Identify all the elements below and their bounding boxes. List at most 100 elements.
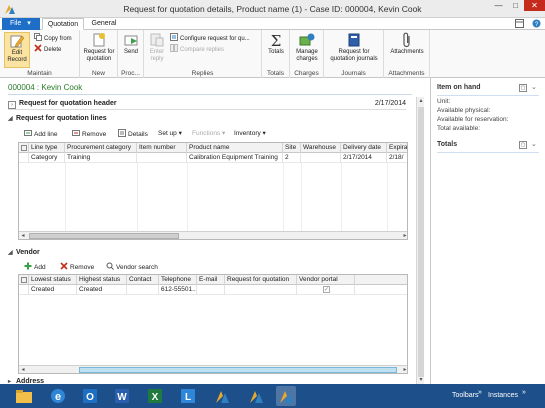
scroll-right-icon[interactable]: ▸ <box>401 232 407 239</box>
col-line-type[interactable]: Line type <box>29 143 65 153</box>
instances-label[interactable]: Instances <box>488 392 518 399</box>
taskbar-internet-explorer[interactable]: e <box>48 386 68 406</box>
attachments-button[interactable]: Attachments <box>386 32 428 56</box>
minimize-button[interactable]: — <box>490 0 507 11</box>
col-vendor-portal[interactable]: Vendor portal <box>297 275 355 285</box>
maximize-button[interactable]: □ <box>507 0 524 11</box>
main-vertical-scrollbar[interactable]: ▴ ▾ <box>416 97 424 384</box>
col-contact[interactable]: Contact <box>127 275 159 285</box>
cell-procurement-category[interactable]: Training <box>65 153 137 163</box>
vendor-scroll-thumb[interactable] <box>79 367 397 373</box>
copy-from-button[interactable]: Copy from <box>34 33 72 42</box>
col-item-number[interactable]: Item number <box>137 143 187 153</box>
cell-line-type[interactable]: Category <box>29 153 65 163</box>
cell-request-for-quotation[interactable] <box>225 285 297 295</box>
cell-lowest-status[interactable]: Created <box>29 285 77 295</box>
tab-general[interactable]: General <box>86 18 122 30</box>
taskbar-dynamics-ax-2[interactable] <box>246 386 266 406</box>
vendor-search-button[interactable]: Vendor search <box>106 262 158 271</box>
scroll-right-icon[interactable]: ▸ <box>401 366 407 373</box>
manage-charges-button[interactable]: Manage charges <box>292 32 322 63</box>
col-email[interactable]: E-mail <box>197 275 225 285</box>
new-rfq-button[interactable]: Request for quotation <box>82 32 116 63</box>
cell-site[interactable]: 2 <box>283 153 301 163</box>
cell-product-name[interactable]: Calibration Equipment Training <box>187 153 283 163</box>
toolbars-chevron-icon[interactable]: » <box>478 389 482 396</box>
scroll-down-icon[interactable]: ▾ <box>417 376 425 384</box>
col-highest-status[interactable]: Highest status <box>77 275 127 285</box>
line-details-button[interactable]: Details <box>118 129 148 138</box>
delete-button[interactable]: Delete <box>34 44 61 53</box>
totals-button[interactable]: Σ Totals <box>264 32 288 56</box>
col-telephone[interactable]: Telephone <box>159 275 197 285</box>
scroll-up-icon[interactable]: ▴ <box>417 97 425 105</box>
compare-replies-button[interactable]: Compare replies <box>170 44 224 53</box>
scroll-left-icon[interactable]: ◂ <box>19 232 27 239</box>
cell-item-number[interactable] <box>137 153 187 163</box>
select-all-checkbox[interactable] <box>21 277 27 283</box>
vendor-section[interactable]: ◢ Vendor <box>8 249 40 259</box>
col-expiration[interactable]: Expira <box>387 143 407 153</box>
factbox-maximize-icon[interactable]: ▢ <box>519 84 527 92</box>
scroll-left-icon[interactable]: ◂ <box>19 366 27 373</box>
taskbar-word[interactable]: W <box>112 386 132 406</box>
table-row[interactable]: Category Training Calibration Equipment … <box>19 153 407 163</box>
col-delivery-date[interactable]: Delivery date <box>341 143 387 153</box>
lines-scroll-thumb[interactable] <box>29 233 179 239</box>
add-vendor-button[interactable]: Add <box>24 262 46 271</box>
inventory-menu[interactable]: Inventory ▾ <box>234 129 266 137</box>
col-warehouse[interactable]: Warehouse <box>301 143 341 153</box>
file-tab[interactable]: File ▾ <box>2 18 40 30</box>
taskbar-outlook[interactable]: O <box>80 386 100 406</box>
instances-chevron-icon[interactable]: » <box>522 389 526 396</box>
col-site[interactable]: Site <box>283 143 301 153</box>
close-button[interactable]: ✕ <box>524 0 545 11</box>
col-product-name[interactable]: Product name <box>187 143 283 153</box>
taskbar-file-explorer[interactable] <box>14 386 34 406</box>
table-row[interactable]: Created Created 612-55501... ✓ <box>19 285 407 295</box>
configure-rfq-button[interactable]: Configure request for qu... <box>170 33 250 42</box>
chevron-down-icon[interactable]: ⌄ <box>531 83 537 91</box>
functions-menu[interactable]: Functions ▾ <box>192 129 225 137</box>
enter-reply-button[interactable]: Enter reply <box>146 32 168 63</box>
row-select[interactable] <box>19 153 29 163</box>
cell-contact[interactable] <box>127 285 159 295</box>
row-select[interactable] <box>19 285 29 295</box>
remove-line-button[interactable]: Remove <box>72 129 106 138</box>
select-all-checkbox[interactable] <box>21 145 27 151</box>
add-line-button[interactable]: Add line <box>24 129 58 138</box>
main-scroll-thumb[interactable] <box>418 107 424 377</box>
remove-vendor-button[interactable]: Remove <box>60 262 94 271</box>
vendor-horizontal-scrollbar[interactable]: ◂ ▸ <box>19 365 407 373</box>
cell-email[interactable] <box>197 285 225 295</box>
toolbars-label[interactable]: Toolbars <box>452 392 478 399</box>
col-procurement-category[interactable]: Procurement category <box>65 143 137 153</box>
cell-telephone[interactable]: 612-55501... <box>159 285 197 295</box>
edit-record-button[interactable]: Edit Record <box>4 32 30 68</box>
setup-menu[interactable]: Set up ▾ <box>158 129 182 137</box>
taskbar-excel[interactable]: X <box>145 386 165 406</box>
rfq-lines-section[interactable]: ◢ Request for quotation lines <box>8 115 107 125</box>
cell-highest-status[interactable]: Created <box>77 285 127 295</box>
cell-expiration[interactable]: 2/18/ <box>387 153 407 163</box>
taskbar-dynamics-ax-1[interactable] <box>212 386 232 406</box>
select-all-col[interactable] <box>19 143 29 153</box>
cell-warehouse[interactable] <box>301 153 341 163</box>
col-lowest-status[interactable]: Lowest status <box>29 275 77 285</box>
rfq-header-fasttab[interactable]: › Request for quotation header 2/17/2014 <box>8 100 406 110</box>
taskbar-dynamics-ax-3[interactable] <box>276 386 296 406</box>
select-all-col[interactable] <box>19 275 29 285</box>
tab-quotation[interactable]: Quotation <box>42 18 84 30</box>
taskbar-lync[interactable]: L <box>178 386 198 406</box>
cell-vendor-portal[interactable]: ✓ <box>297 285 355 295</box>
factbox-maximize-icon[interactable]: ▢ <box>519 141 527 149</box>
vendor-portal-checkbox[interactable]: ✓ <box>323 286 330 293</box>
chevron-down-icon[interactable]: ⌄ <box>531 140 537 148</box>
layout-icon[interactable] <box>514 19 524 28</box>
col-request-for-quotation[interactable]: Request for quotation <box>225 275 297 285</box>
send-button[interactable]: Send <box>120 32 142 56</box>
rfq-journals-button[interactable]: Request for quotation journals <box>326 32 382 63</box>
lines-horizontal-scrollbar[interactable]: ◂ ▸ <box>19 231 407 239</box>
cell-delivery-date[interactable]: 2/17/2014 <box>341 153 387 163</box>
help-icon[interactable]: ? <box>532 19 541 28</box>
